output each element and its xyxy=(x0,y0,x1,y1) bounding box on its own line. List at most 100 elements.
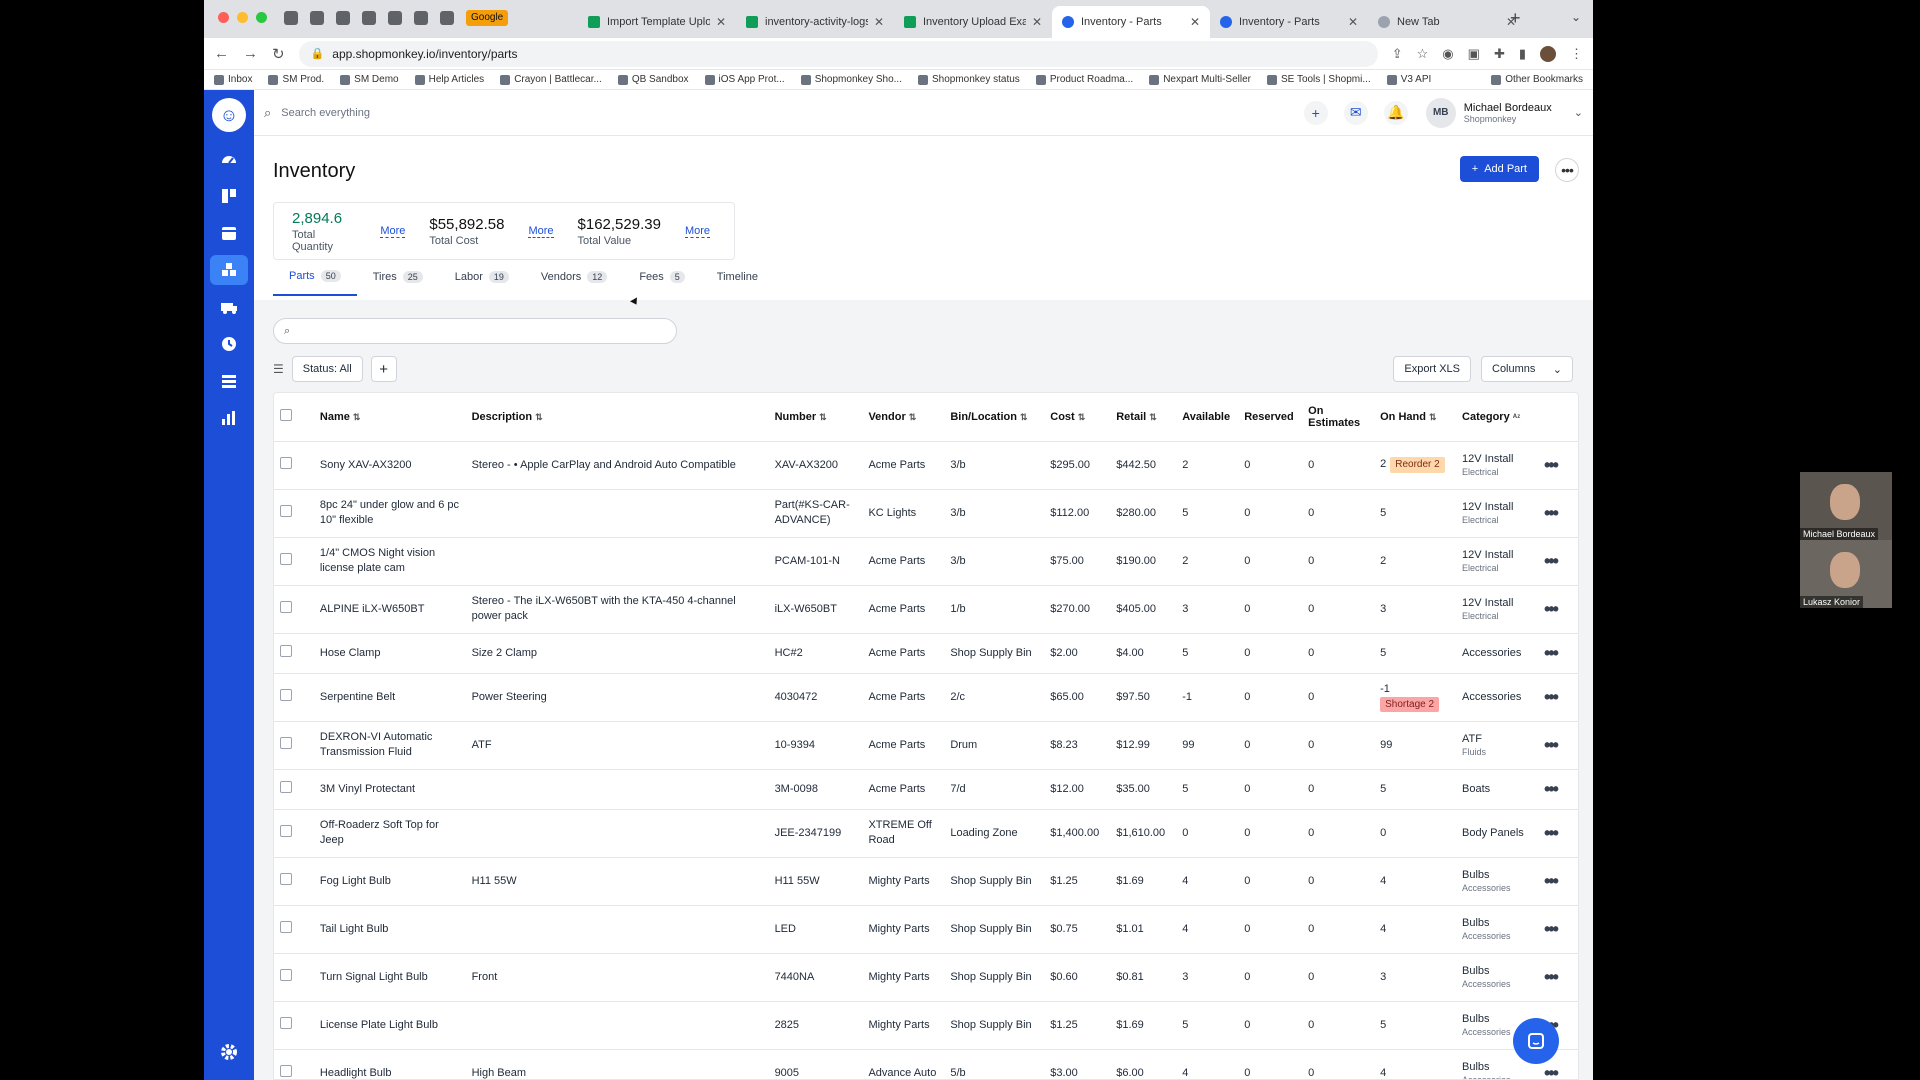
bookmark-item[interactable]: Shopmonkey Sho... xyxy=(800,74,902,85)
tab-fees[interactable]: Fees 5 xyxy=(623,270,700,296)
row-actions-icon[interactable]: ••• xyxy=(1544,551,1559,571)
row-actions-icon[interactable]: ••• xyxy=(1544,643,1559,663)
bookmark-item[interactable]: iOS App Prot... xyxy=(704,74,785,85)
more-link[interactable]: More xyxy=(528,225,554,238)
row-checkbox[interactable] xyxy=(280,824,292,837)
more-link[interactable]: More xyxy=(684,225,710,238)
bookmark-item[interactable]: Nexpart Multi-Seller xyxy=(1149,74,1251,85)
parts-search-input[interactable]: ⌕ xyxy=(273,318,677,344)
row-checkbox[interactable] xyxy=(280,1064,292,1077)
browser-tab[interactable]: New Tab ✕ xyxy=(1368,6,1526,38)
bookmark-item[interactable]: Inbox xyxy=(214,74,252,85)
columns-dropdown[interactable]: Columns ⌄ xyxy=(1481,356,1573,382)
table-row[interactable]: ALPINE iLX-W650BT Stereo - The iLX-W650BT… xyxy=(274,585,1578,634)
row-checkbox[interactable] xyxy=(280,688,292,701)
row-actions-icon[interactable]: ••• xyxy=(1544,687,1559,707)
table-row[interactable]: DEXRON-VI Automatic Transmission Fluid AT… xyxy=(274,721,1578,770)
add-filter-button[interactable]: + xyxy=(370,356,397,382)
cell-name[interactable]: DEXRON-VI Automatic Transmission Fluid xyxy=(313,721,466,770)
pinned-tab-icon[interactable] xyxy=(440,11,454,25)
pinned-tab-icon[interactable] xyxy=(336,11,350,25)
row-checkbox[interactable] xyxy=(280,920,292,933)
cell-name[interactable]: ALPINE iLX-W650BT xyxy=(313,585,466,634)
more-link[interactable]: More xyxy=(380,225,406,238)
cell-name[interactable]: Headlight Bulb xyxy=(313,1049,466,1079)
row-checkbox[interactable] xyxy=(280,644,292,657)
row-checkbox[interactable] xyxy=(280,736,292,749)
bookmark-item[interactable]: SM Demo xyxy=(340,74,399,85)
cell-name[interactable]: 3M Vinyl Protectant xyxy=(313,769,466,810)
table-row[interactable]: 8pc 24" under glow and 6 pc 10" flexible… xyxy=(274,489,1578,538)
column-header-on-hand[interactable]: On Hand ⇅ xyxy=(1374,393,1457,442)
extension-icon[interactable]: ◉ xyxy=(1442,46,1453,62)
quick-add-icon[interactable]: + xyxy=(1303,100,1328,125)
row-actions-icon[interactable]: ••• xyxy=(1544,779,1559,799)
table-row[interactable]: Turn Signal Light Bulb Front 7440NA Mighty … xyxy=(274,953,1578,1002)
minimize-window-icon[interactable] xyxy=(237,12,248,23)
kebab-menu-icon[interactable]: ⋮ xyxy=(1570,46,1583,62)
select-all-checkbox[interactable] xyxy=(280,409,292,422)
table-row[interactable]: Fog Light Bulb H11 55W H11 55W Mighty Parts… xyxy=(274,857,1578,906)
close-tab-icon[interactable]: ✕ xyxy=(1032,15,1042,29)
column-header-cost[interactable]: Cost ⇅ xyxy=(1044,393,1111,442)
row-checkbox[interactable] xyxy=(280,552,292,565)
more-options-icon[interactable]: ••• xyxy=(1555,158,1579,182)
forward-icon[interactable]: → xyxy=(243,45,258,62)
bookmark-item[interactable]: V3 API xyxy=(1386,74,1431,85)
filter-icon[interactable]: ☰ xyxy=(273,362,284,376)
close-window-icon[interactable] xyxy=(218,12,229,23)
workflow-icon[interactable] xyxy=(210,181,248,211)
list-icon[interactable] xyxy=(210,366,248,396)
row-checkbox[interactable] xyxy=(280,504,292,517)
row-actions-icon[interactable]: ••• xyxy=(1544,967,1559,987)
column-header-number[interactable]: Number ⇅ xyxy=(768,393,863,442)
cell-name[interactable]: Off-Roaderz Soft Top for Jeep xyxy=(313,809,466,858)
extension-icon[interactable]: ▣ xyxy=(1468,46,1480,62)
pinned-tab-icon[interactable] xyxy=(388,11,402,25)
window-controls[interactable] xyxy=(218,12,267,23)
table-row[interactable]: 3M Vinyl Protectant 3M-0098 Acme Parts 7/d $… xyxy=(274,769,1578,810)
cell-name[interactable]: 8pc 24" under glow and 6 pc 10" flexible xyxy=(313,489,466,538)
url-input[interactable]: 🔒 app.shopmonkey.io/inventory/parts xyxy=(298,40,1378,67)
messages-icon[interactable]: ✉ xyxy=(1343,100,1368,125)
browser-tab[interactable]: Inventory - Parts ✕ xyxy=(1210,6,1368,38)
browser-tab[interactable]: inventory-activity-logs ✕ xyxy=(736,6,894,38)
inventory-icon[interactable] xyxy=(210,255,248,285)
dashboard-icon[interactable] xyxy=(210,144,248,174)
row-checkbox[interactable] xyxy=(280,780,292,793)
table-row[interactable]: Serpentine Belt Power Steering 4030472 Acme… xyxy=(274,673,1578,722)
column-header-bin[interactable]: Bin/Location ⇅ xyxy=(944,393,1045,442)
puzzle-icon[interactable]: ✚ xyxy=(1494,46,1505,62)
vehicles-icon[interactable] xyxy=(210,292,248,322)
row-actions-icon[interactable]: ••• xyxy=(1544,455,1559,475)
row-checkbox[interactable] xyxy=(280,968,292,981)
pinned-tab-icon[interactable] xyxy=(284,11,298,25)
table-row[interactable]: License Plate Light Bulb 2825 Mighty Parts… xyxy=(274,1001,1578,1050)
cell-name[interactable]: Sony XAV-AX3200 xyxy=(313,441,466,490)
bookmark-item[interactable]: Product Roadma... xyxy=(1035,74,1133,85)
browser-tab-active[interactable]: Inventory - Parts ✕ xyxy=(1052,6,1210,38)
global-search-input[interactable]: Search everything xyxy=(281,107,1287,119)
tab-labor[interactable]: Labor 19 xyxy=(439,270,525,296)
row-actions-icon[interactable]: ••• xyxy=(1544,871,1559,891)
cell-name[interactable]: 1/4" CMOS Night vision license plate cam xyxy=(313,537,466,586)
bookmark-item[interactable]: SM Prod. xyxy=(268,74,324,85)
reload-icon[interactable]: ↻ xyxy=(272,45,285,63)
column-header-vendor[interactable]: Vendor ⇅ xyxy=(862,393,945,442)
close-tab-icon[interactable]: ✕ xyxy=(1348,15,1358,29)
table-row[interactable]: Sony XAV-AX3200 Stereo - • Apple CarPlay … xyxy=(274,441,1578,490)
pinned-tab-google[interactable]: Google xyxy=(466,10,509,26)
column-header-name[interactable]: Name ⇅ xyxy=(313,393,466,442)
tab-search-chevron-icon[interactable]: ⌄ xyxy=(1571,10,1581,24)
bookmark-item[interactable]: SE Tools | Shopmi... xyxy=(1267,74,1371,85)
row-actions-icon[interactable]: ••• xyxy=(1544,503,1559,523)
cell-name[interactable]: License Plate Light Bulb xyxy=(313,1001,466,1050)
close-tab-icon[interactable]: ✕ xyxy=(874,15,884,29)
row-checkbox[interactable] xyxy=(280,456,292,469)
tab-timeline[interactable]: Timeline xyxy=(701,270,774,296)
tab-vendors[interactable]: Vendors 12 xyxy=(525,270,623,296)
cell-name[interactable]: Tail Light Bulb xyxy=(313,905,466,954)
table-row[interactable]: Hose Clamp Size 2 Clamp HC#2 Acme Parts Shop… xyxy=(274,633,1578,674)
bookmark-item[interactable]: Shopmonkey status xyxy=(917,74,1020,85)
column-header-retail[interactable]: Retail ⇅ xyxy=(1110,393,1177,442)
